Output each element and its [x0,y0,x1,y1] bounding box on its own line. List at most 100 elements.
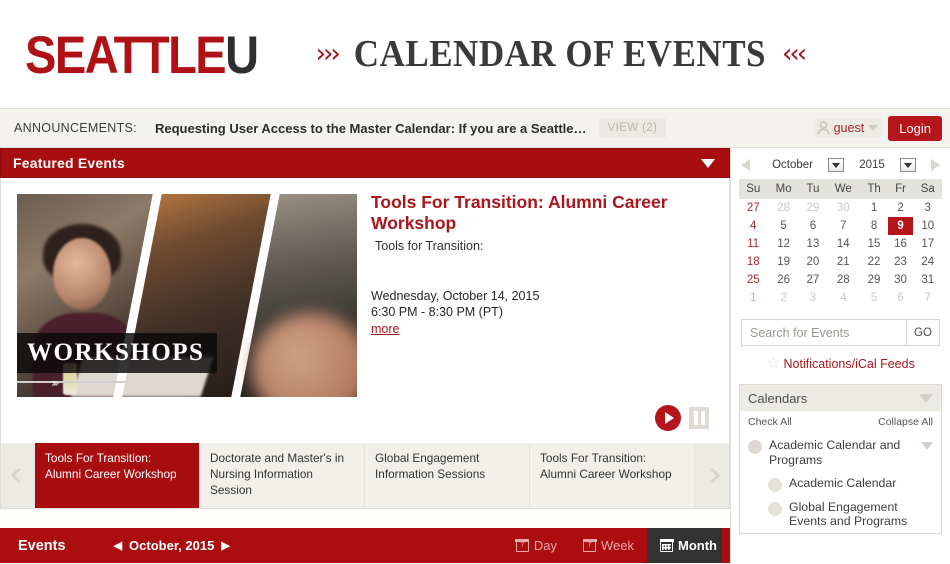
calendar-day[interactable]: 26 [767,271,799,289]
calendar-day[interactable]: 18 [739,253,767,271]
calendar-day[interactable]: 29 [861,271,888,289]
search-input[interactable] [741,319,906,346]
calendar-day[interactable]: 5 [767,217,799,235]
account-controls: guest Login [813,109,942,147]
collapse-all-button[interactable]: Collapse All [878,416,933,428]
carousel-item-1[interactable]: Doctorate and Master's in Nursing Inform… [200,443,365,508]
calendar-day[interactable]: 30 [888,271,914,289]
carousel-item-2[interactable]: Global Engagement Information Sessions [365,443,530,508]
mini-calendar-next-icon[interactable] [930,159,940,171]
calendar-day[interactable]: 17 [913,235,942,253]
check-all-button[interactable]: Check All [748,416,792,428]
month-select[interactable] [828,158,845,172]
calendar-day[interactable]: 2 [888,199,914,217]
tab-day[interactable]: Day [503,528,570,563]
calendar-day[interactable]: 4 [739,217,767,235]
calendar-day[interactable]: 3 [913,199,942,217]
calendar-day[interactable]: 14 [826,235,860,253]
calendars-panel-header[interactable]: Calendars [740,385,941,411]
calendar-checkbox[interactable] [768,477,782,492]
calendar-day[interactable]: 13 [800,235,826,253]
pause-icon[interactable] [689,407,709,429]
play-icon[interactable] [655,405,681,431]
calendar-day[interactable]: 19 [767,253,799,271]
calendar-day[interactable]: 16 [888,235,914,253]
calendar-day[interactable]: 30 [826,199,860,217]
calendar-day[interactable]: 2 [767,289,799,307]
calendar-day-selected[interactable]: 9 [887,217,914,235]
featured-events-header[interactable]: Featured Events [0,148,730,178]
login-button[interactable]: Login [888,115,942,141]
chevron-left-icon [10,467,26,484]
carousel-next-button[interactable] [695,443,729,508]
calendar-day[interactable]: 27 [739,199,767,217]
image-caption-band: WORKSHOPS [17,333,217,373]
calendar-day[interactable]: 12 [767,235,799,253]
carousel-item-label: Global Engagement Information Sessions [375,451,486,481]
calendar-day[interactable]: 6 [888,289,914,307]
events-view-tabs: Day Week Month [503,528,730,563]
calendar-day[interactable]: 27 [800,271,826,289]
search-go-button[interactable]: GO [906,319,940,346]
featured-event-date: Wednesday, October 14, 2015 [371,288,540,303]
events-toolbar-title: Events [18,537,66,554]
calendar-month-icon [659,538,674,552]
seattle-u-logo[interactable]: SEATTLEU [25,28,259,81]
chevron-down-icon[interactable] [921,442,933,450]
previous-month-button[interactable]: ◀ [114,539,122,552]
tab-week[interactable]: Week [570,528,647,563]
calendar-day[interactable]: 7 [913,289,942,307]
calendar-day[interactable]: 28 [826,271,860,289]
carousel-item-label: Doctorate and Master's in Nursing Inform… [210,451,345,497]
notifications-link[interactable]: Notifications/iCal Feeds [784,357,915,371]
calendars-panel-actions: Check All Collapse All [740,411,941,430]
calendar-day[interactable]: 1 [861,199,888,217]
weekday-header: Sa [913,179,942,199]
carousel-item-3[interactable]: Tools For Transition: Alumni Career Work… [530,443,695,508]
calendar-day[interactable]: 21 [826,253,860,271]
calendar-day[interactable]: 6 [800,217,826,235]
calendar-day[interactable]: 29 [800,199,826,217]
calendar-day[interactable]: 20 [800,253,826,271]
calendar-day[interactable]: 8 [861,217,888,235]
year-select[interactable] [899,158,916,172]
calendar-list-item[interactable]: Academic Calendar [746,472,935,496]
decorative-rule [17,381,129,383]
calendar-checkbox[interactable] [768,501,782,516]
calendar-day[interactable]: 10 [913,217,942,235]
calendar-day[interactable]: 31 [913,271,942,289]
calendar-day[interactable]: 15 [861,235,888,253]
calendar-day[interactable]: 4 [826,289,860,307]
calendar-list-item[interactable]: Global Engagement Events and Programs [746,496,935,534]
calendar-list-item[interactable]: Academic Calendar and Programs [746,434,935,472]
calendar-day[interactable]: 1 [739,289,767,307]
chevron-down-icon[interactable] [701,158,715,168]
chevrons-right-icon: ››› [51,376,60,390]
carousel-prev-button[interactable] [1,443,35,508]
events-period-label: October, 2015 [129,538,215,553]
calendar-day[interactable]: 22 [861,253,888,271]
chevron-down-icon[interactable] [919,393,933,403]
calendar-day[interactable]: 3 [800,289,826,307]
tab-month[interactable]: Month [647,528,730,563]
calendar-day[interactable]: 24 [913,253,942,271]
calendar-day[interactable]: 25 [739,271,767,289]
mini-calendar-prev-icon[interactable] [741,159,750,171]
calendar-checkbox[interactable] [748,440,762,454]
calendar-day[interactable]: 11 [739,235,767,253]
calendar-day[interactable]: 5 [861,289,888,307]
featured-event-title[interactable]: Tools For Transition: Alumni Career Work… [371,192,711,235]
notifications-row[interactable]: ☆ Notifications/iCal Feeds [731,356,950,372]
tab-day-label: Day [533,538,558,553]
calendar-day[interactable]: 23 [888,253,914,271]
calendar-day[interactable]: 28 [767,199,799,217]
next-month-button[interactable]: ▶ [221,539,229,552]
calendar-day[interactable]: 7 [826,217,860,235]
announcement-text[interactable]: Requesting User Access to the Master Cal… [155,121,587,136]
featured-event-more-link[interactable]: more [371,322,399,336]
featured-event-image[interactable]: WORKSHOPS ››› [17,194,357,397]
carousel-item-0[interactable]: Tools For Transition: Alumni Career Work… [35,443,200,508]
announcement-view-button[interactable]: VIEW (2) [598,118,667,138]
calendar-week-row: 25 26 27 28 29 30 31 [739,271,942,289]
guest-menu[interactable]: guest [813,118,883,138]
